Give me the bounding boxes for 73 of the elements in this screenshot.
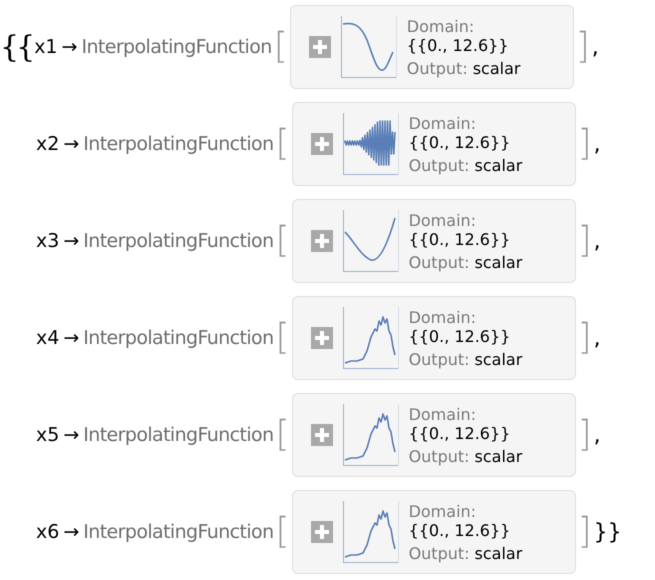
variable-name: x5 xyxy=(36,424,60,446)
rule-arrow: → xyxy=(63,230,80,252)
domain-label: Domain: xyxy=(406,16,474,36)
variable-name: x1 xyxy=(34,36,58,58)
open-bracket: [ xyxy=(276,417,290,453)
domain-value: {{0., 12.6}} xyxy=(408,230,510,248)
output-label: Output: xyxy=(408,156,470,174)
open-bracket: [ xyxy=(276,320,290,356)
function-head: InterpolatingFunction xyxy=(83,424,274,446)
open-bracket: [ xyxy=(276,223,290,259)
domain-value: {{0., 12.6}} xyxy=(408,326,510,346)
plus-icon[interactable] xyxy=(310,327,333,349)
sparkline-plot xyxy=(342,210,399,272)
function-head: InterpolatingFunction xyxy=(81,36,272,58)
function-head: InterpolatingFunction xyxy=(83,230,274,252)
output-value: scalar xyxy=(474,544,522,562)
trailing-punctuation: , xyxy=(594,228,601,254)
close-bracket: ] xyxy=(578,320,592,356)
output-label: Output: xyxy=(408,252,470,272)
variable-name: x2 xyxy=(36,133,60,155)
output-value: scalar xyxy=(472,58,520,78)
domain-label: Domain: xyxy=(408,502,476,520)
domain-label: Domain: xyxy=(408,114,476,132)
close-bracket: ] xyxy=(578,514,592,550)
plus-icon[interactable] xyxy=(310,230,333,252)
open-bracket: [ xyxy=(274,29,288,65)
domain-value: {{0., 12.6}} xyxy=(408,520,510,540)
sparkline-plot xyxy=(342,113,399,175)
function-head: InterpolatingFunction xyxy=(83,133,274,155)
domain-value: {{0., 12.6}} xyxy=(408,132,510,152)
trailing-punctuation: }} xyxy=(594,520,622,544)
plus-icon[interactable] xyxy=(310,133,333,155)
output-label: Output: xyxy=(408,350,470,368)
close-bracket: ] xyxy=(578,126,592,162)
output-value: scalar xyxy=(474,446,522,466)
rule-arrow: → xyxy=(63,521,80,543)
sparkline-plot xyxy=(342,404,399,466)
domain-value: {{0., 12.6}} xyxy=(406,36,509,54)
output-value: scalar xyxy=(474,350,522,368)
opening-braces: {{ xyxy=(0,30,32,64)
output-value: scalar xyxy=(474,156,522,174)
sparkline-plot xyxy=(342,501,399,563)
variable-name: x6 xyxy=(36,521,60,543)
trailing-punctuation: , xyxy=(594,422,601,448)
function-head: InterpolatingFunction xyxy=(83,521,274,543)
domain-label: Domain: xyxy=(408,404,476,424)
close-bracket: ] xyxy=(578,417,592,453)
open-bracket: [ xyxy=(276,126,290,162)
plus-icon[interactable] xyxy=(310,424,333,446)
output-value: scalar xyxy=(474,252,522,272)
rule-arrow: → xyxy=(62,36,78,58)
sparkline-plot xyxy=(342,307,399,369)
variable-name: x4 xyxy=(36,327,60,349)
close-bracket: ] xyxy=(578,223,592,259)
trailing-punctuation: , xyxy=(592,34,599,60)
open-bracket: [ xyxy=(276,514,290,550)
function-head: InterpolatingFunction xyxy=(83,327,274,349)
trailing-punctuation: , xyxy=(594,326,601,350)
variable-name: x3 xyxy=(36,230,60,252)
rule-arrow: → xyxy=(63,424,80,446)
domain-label: Domain: xyxy=(408,210,476,230)
output-label: Output: xyxy=(406,58,468,78)
close-bracket: ] xyxy=(576,29,590,65)
output-label: Output: xyxy=(408,544,470,562)
rule-arrow: → xyxy=(63,133,80,155)
domain-label: Domain: xyxy=(408,308,476,326)
plus-icon[interactable] xyxy=(308,36,331,58)
plus-icon[interactable] xyxy=(310,521,333,543)
rule-arrow: → xyxy=(63,327,80,349)
domain-value: {{0., 12.6}} xyxy=(408,424,510,442)
trailing-punctuation: , xyxy=(594,132,601,156)
output-label: Output: xyxy=(408,446,470,466)
sparkline-plot xyxy=(340,16,397,78)
